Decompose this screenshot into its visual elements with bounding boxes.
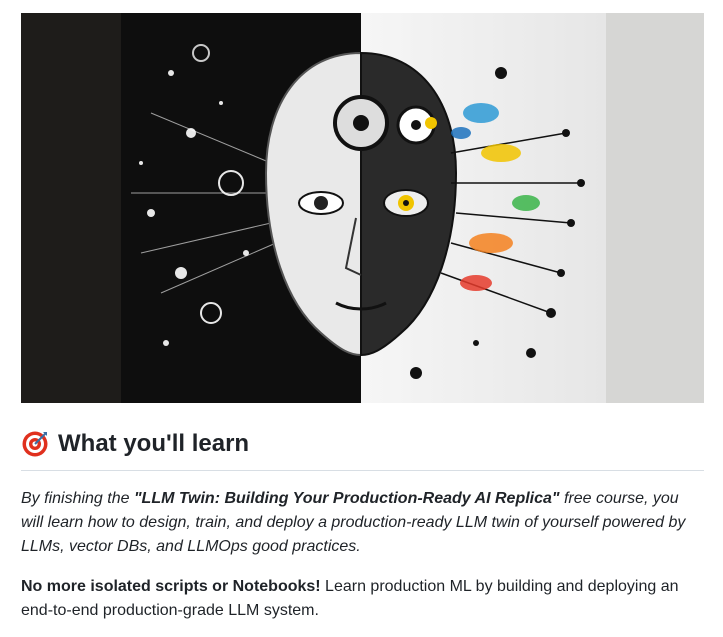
section-heading-text: What you'll learn [58,430,250,457]
intro-paragraph: By finishing the "LLM Twin: Building You… [21,487,704,559]
callout-bold: No more isolated scripts or Notebooks! [21,578,321,595]
intro-prefix: By finishing the [21,490,134,507]
course-title: "LLM Twin: Building Your Production-Read… [133,490,560,507]
hero-image [21,13,704,403]
callout-paragraph: No more isolated scripts or Notebooks! L… [21,575,704,623]
target-icon [22,431,48,457]
section-heading: What you'll learn [21,428,704,471]
